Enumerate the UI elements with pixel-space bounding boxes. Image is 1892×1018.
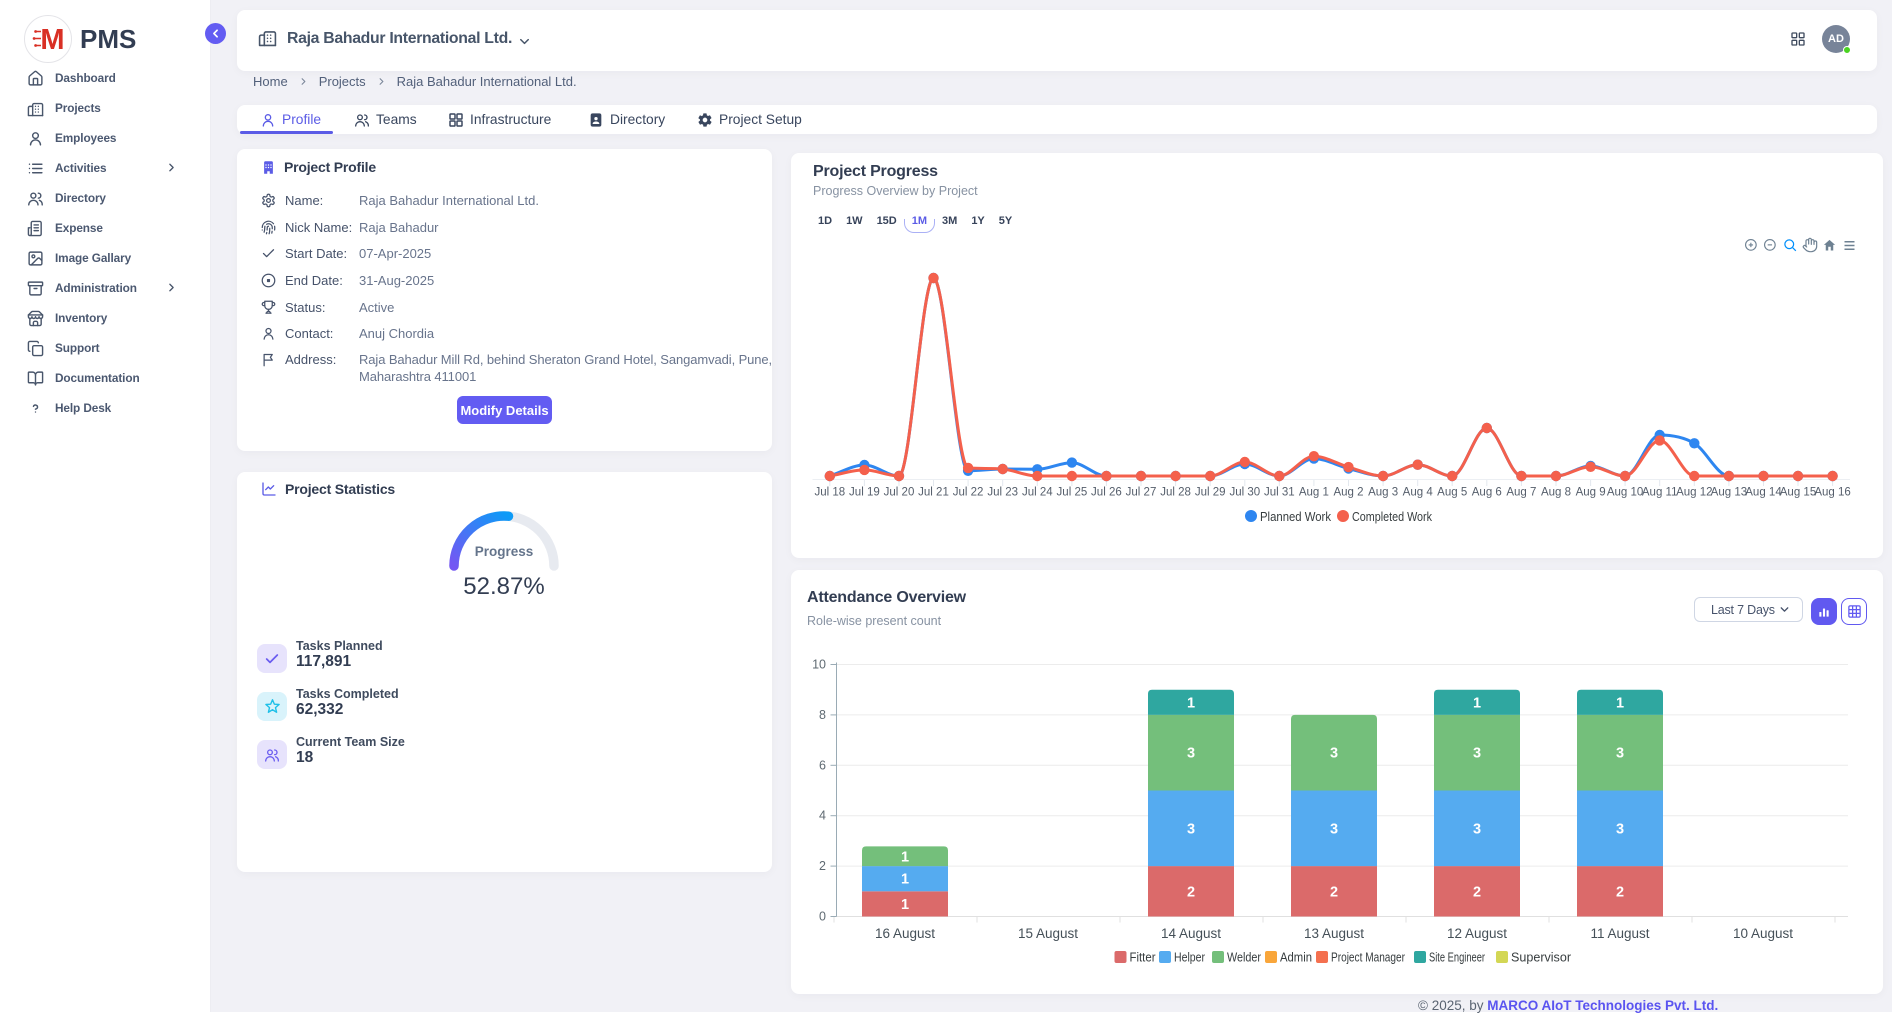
svg-text:Helper: Helper — [1174, 951, 1205, 965]
svg-text:4: 4 — [819, 809, 826, 823]
svg-text:Jul 30: Jul 30 — [1229, 487, 1260, 499]
svg-text:Jul 19: Jul 19 — [849, 487, 880, 499]
svg-text:12 August: 12 August — [1447, 926, 1507, 941]
svg-text:15 August: 15 August — [1018, 926, 1078, 941]
svg-text:Completed Work: Completed Work — [1352, 509, 1432, 524]
svg-text:Jul 18: Jul 18 — [814, 487, 845, 499]
svg-text:1: 1 — [901, 872, 909, 888]
svg-text:3: 3 — [1187, 821, 1195, 837]
svg-text:Jul 25: Jul 25 — [1057, 487, 1088, 499]
svg-text:16 August: 16 August — [875, 926, 935, 941]
svg-text:10: 10 — [812, 658, 826, 672]
svg-text:Jul 21: Jul 21 — [918, 487, 949, 499]
svg-text:3: 3 — [1187, 746, 1195, 762]
svg-text:1: 1 — [1187, 695, 1195, 711]
svg-text:Project Manager: Project Manager — [1331, 951, 1405, 965]
svg-text:Aug 13: Aug 13 — [1711, 487, 1747, 499]
svg-text:Fitter: Fitter — [1130, 951, 1156, 965]
svg-text:Aug 4: Aug 4 — [1403, 487, 1434, 499]
svg-text:Aug 11: Aug 11 — [1642, 487, 1678, 499]
svg-text:2: 2 — [819, 859, 826, 873]
svg-text:3: 3 — [1616, 746, 1624, 762]
svg-text:Aug 12: Aug 12 — [1676, 487, 1712, 499]
svg-text:3: 3 — [1330, 746, 1338, 762]
svg-text:2: 2 — [1616, 884, 1624, 900]
svg-text:Aug 8: Aug 8 — [1541, 487, 1571, 499]
svg-text:11 August: 11 August — [1590, 926, 1649, 941]
svg-text:Jul 23: Jul 23 — [987, 487, 1018, 499]
svg-text:Welder: Welder — [1227, 951, 1261, 965]
svg-text:14 August: 14 August — [1161, 926, 1221, 941]
svg-text:3: 3 — [1473, 821, 1481, 837]
svg-text:8: 8 — [819, 708, 826, 722]
svg-text:10 August: 10 August — [1733, 926, 1793, 941]
svg-text:Aug 10: Aug 10 — [1607, 487, 1643, 499]
svg-text:Jul 31: Jul 31 — [1264, 487, 1295, 499]
svg-text:3: 3 — [1616, 821, 1624, 837]
svg-text:1: 1 — [901, 849, 909, 865]
svg-text:3: 3 — [1330, 821, 1338, 837]
svg-text:Site Engineer: Site Engineer — [1429, 951, 1485, 965]
svg-text:Jul 28: Jul 28 — [1160, 487, 1191, 499]
svg-text:1: 1 — [1473, 695, 1481, 711]
svg-text:1: 1 — [901, 897, 909, 913]
svg-text:Aug 15: Aug 15 — [1780, 487, 1816, 499]
svg-text:Jul 29: Jul 29 — [1195, 487, 1226, 499]
svg-text:Aug 5: Aug 5 — [1437, 487, 1467, 499]
svg-text:Jul 26: Jul 26 — [1091, 487, 1122, 499]
svg-text:Aug 9: Aug 9 — [1576, 487, 1606, 499]
svg-text:3: 3 — [1473, 746, 1481, 762]
svg-text:1: 1 — [1616, 695, 1624, 711]
svg-text:2: 2 — [1187, 884, 1195, 900]
svg-text:6: 6 — [819, 758, 826, 772]
svg-text:Aug 1: Aug 1 — [1299, 487, 1329, 499]
svg-text:Aug 3: Aug 3 — [1368, 487, 1398, 499]
svg-text:Aug 16: Aug 16 — [1814, 487, 1850, 499]
svg-text:2: 2 — [1330, 884, 1338, 900]
svg-text:Jul 22: Jul 22 — [953, 487, 984, 499]
svg-text:Aug 14: Aug 14 — [1745, 487, 1782, 499]
svg-text:Aug 2: Aug 2 — [1333, 487, 1363, 499]
svg-text:Jul 20: Jul 20 — [884, 487, 915, 499]
svg-text:13 August: 13 August — [1304, 926, 1364, 941]
svg-text:M: M — [40, 24, 64, 56]
svg-text:Planned Work: Planned Work — [1260, 509, 1331, 524]
svg-text:Admin: Admin — [1280, 951, 1312, 965]
svg-text:2: 2 — [1473, 884, 1481, 900]
svg-text:Jul 24: Jul 24 — [1022, 487, 1053, 499]
svg-text:Aug 6: Aug 6 — [1472, 487, 1502, 499]
svg-text:Supervisor: Supervisor — [1511, 951, 1571, 965]
svg-text:0: 0 — [819, 910, 826, 924]
svg-text:Aug 7: Aug 7 — [1506, 487, 1536, 499]
svg-text:Jul 27: Jul 27 — [1126, 487, 1157, 499]
